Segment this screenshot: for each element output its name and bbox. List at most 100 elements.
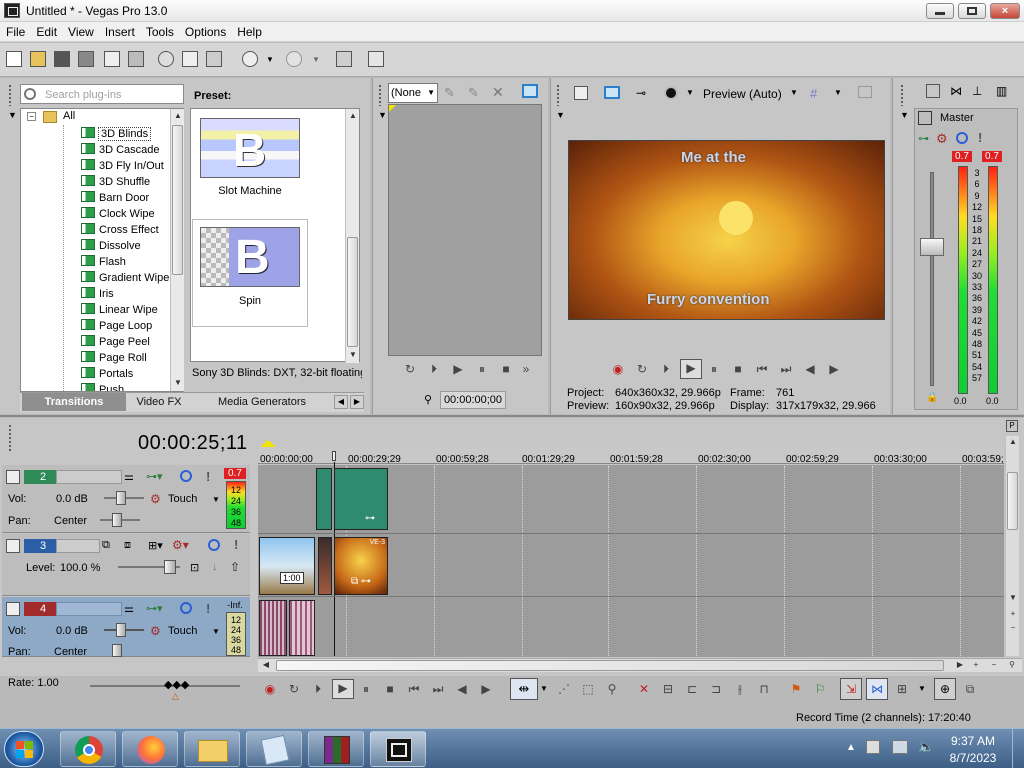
next-frame-icon[interactable]: ▶	[826, 361, 842, 377]
track-2-mute-icon[interactable]	[180, 470, 192, 482]
automation-gear-icon[interactable]: ⚙	[150, 492, 161, 506]
scroll-down-arrow[interactable]: ▼	[172, 377, 184, 389]
loop-region-marker[interactable]	[260, 440, 276, 447]
track-3-minimize[interactable]	[6, 539, 20, 553]
split-screen-icon[interactable]: ⊸	[636, 86, 646, 100]
plugin-item[interactable]: Iris	[81, 286, 114, 302]
scroll-right-arrow[interactable]: ▶	[954, 659, 966, 671]
menu-help[interactable]: Help	[231, 22, 267, 41]
go-to-end-icon[interactable]: ⏭	[430, 681, 446, 697]
go-to-start-icon[interactable]: ⏮	[754, 361, 770, 377]
plugin-item[interactable]: Push	[81, 382, 124, 391]
scroll-up-arrow[interactable]: ▲	[347, 110, 359, 122]
stop-icon[interactable]: ■	[498, 361, 514, 377]
volume-slider-thumb[interactable]	[116, 491, 126, 505]
record-icon[interactable]: ◉	[610, 361, 626, 377]
zoom-in-icon[interactable]: +	[1007, 608, 1019, 620]
track-2-automation-mode[interactable]: Touch	[168, 493, 197, 505]
new-project-icon[interactable]	[6, 51, 24, 69]
paste-icon[interactable]	[206, 51, 224, 69]
trimmer-close-icon[interactable]: ✕	[492, 84, 504, 101]
scroll-up-arrow[interactable]: ▲	[172, 110, 184, 122]
menu-insert[interactable]: Insert	[99, 22, 140, 41]
preset-slot-machine[interactable]: Slot Machine	[192, 185, 308, 197]
play-icon[interactable]: ▶	[332, 679, 354, 699]
plugin-tree[interactable]: − All 3D Blinds 3D Cascade 3D Fly In/Out 3D…	[20, 108, 184, 392]
scroll-down-arrow[interactable]: ▼	[347, 349, 359, 361]
marker-tool-icon[interactable]: P	[1006, 420, 1018, 432]
show-desktop-button[interactable]	[1012, 729, 1024, 768]
firefox-taskbar-button[interactable]	[122, 731, 178, 767]
tab-media-generators[interactable]: Media Generators	[196, 393, 328, 411]
plugin-item[interactable]: 3D Shuffle	[81, 174, 150, 190]
trim-end-icon[interactable]: ⊐	[708, 681, 724, 697]
properties-icon[interactable]	[104, 51, 122, 69]
zoom-out-icon[interactable]: −	[1007, 622, 1019, 634]
pause-icon[interactable]: ⏸	[474, 361, 490, 377]
composite-mode-icon[interactable]: ⊞▾	[148, 539, 163, 552]
audio-waveform-clip[interactable]	[289, 600, 315, 656]
preset-scrollbar[interactable]: ▲ ▼	[345, 109, 359, 363]
show-hidden-icons[interactable]: ▲	[846, 742, 856, 753]
maximize-button[interactable]	[958, 3, 986, 19]
panel-grip[interactable]	[8, 424, 12, 452]
audio-clip[interactable]	[316, 468, 332, 530]
more-controls-icon[interactable]: »	[518, 361, 534, 377]
record-icon[interactable]: ◉	[262, 681, 278, 697]
pause-icon[interactable]: ⏸	[706, 361, 722, 377]
tab-transitions[interactable]: Transitions	[22, 393, 126, 411]
track-3-solo-icon[interactable]: !	[234, 537, 238, 552]
chevron-down-icon[interactable]: ▼	[212, 627, 220, 636]
chevron-down-icon[interactable]: ▼	[834, 88, 842, 97]
track-2-minimize[interactable]	[6, 470, 20, 484]
scroll-thumb[interactable]	[1007, 472, 1018, 530]
stop-icon[interactable]: ■	[730, 361, 746, 377]
cut-icon[interactable]	[158, 51, 176, 69]
track-fx-gear-icon[interactable]: ⚙▾	[172, 538, 189, 552]
volume-slider-thumb[interactable]	[116, 623, 126, 637]
copy-snapshot-icon[interactable]	[858, 86, 872, 98]
timeline-vscroll[interactable]: ▲ ▼ + −	[1005, 436, 1019, 656]
pause-icon[interactable]: ⏸	[358, 681, 374, 697]
loop-icon[interactable]: ↻	[286, 681, 302, 697]
video-clip[interactable]: VE-3 ⧉ ⊶	[334, 537, 388, 595]
insert-fx-icon[interactable]: ⊶	[918, 132, 929, 145]
meter-options-icon[interactable]: ▥	[996, 84, 1007, 98]
plugin-item[interactable]: Portals	[81, 366, 133, 382]
chrome-taskbar-button[interactable]	[60, 731, 116, 767]
copy-icon[interactable]	[182, 51, 200, 69]
play-from-start-icon[interactable]: ⏵	[658, 361, 674, 377]
scroll-thumb[interactable]	[172, 125, 183, 275]
splitter[interactable]	[0, 415, 1024, 417]
expand-keyframe-icon[interactable]: ⊡	[190, 561, 199, 574]
menu-view[interactable]: View	[62, 22, 99, 41]
track-motion-icon[interactable]: ⧉	[102, 539, 110, 552]
collapse-arrow-icon[interactable]: ▼	[8, 110, 17, 120]
automation-gear-icon[interactable]: ⚙	[150, 624, 161, 638]
video-output-icon[interactable]	[522, 84, 538, 98]
play-from-start-icon[interactable]: ⏵	[310, 681, 326, 697]
loop-icon[interactable]: ↻	[634, 361, 650, 377]
delete-icon[interactable]: ✕	[636, 681, 652, 697]
panel-grip[interactable]	[8, 84, 12, 106]
whats-this-help-icon[interactable]	[368, 51, 386, 69]
preview-properties-icon[interactable]	[574, 86, 588, 100]
timeline-hscroll[interactable]: ◀ ▶ + − ⚲	[258, 658, 1022, 672]
slot-machine-thumbnail[interactable]: B	[200, 118, 300, 178]
master-fader-track[interactable]	[930, 172, 934, 386]
pan-crop-icon[interactable]: ⧉ ⊶	[351, 576, 371, 587]
video-clip[interactable]: 1:00	[259, 537, 315, 595]
clock-date[interactable]: 8/7/2023	[938, 751, 1008, 765]
play-icon[interactable]: ▶	[450, 361, 466, 377]
go-to-start-icon[interactable]: ⏮	[406, 681, 422, 697]
level-slider-thumb[interactable]	[164, 560, 176, 574]
scroll-thumb[interactable]	[347, 237, 358, 347]
action-center-icon[interactable]	[866, 740, 880, 754]
auto-crossfade-icon[interactable]: ⋈	[866, 678, 888, 700]
lock-icon[interactable]: ⊓	[756, 681, 772, 697]
tree-scrollbar[interactable]: ▲ ▼	[170, 109, 184, 391]
previous-frame-icon[interactable]: ◀	[454, 681, 470, 697]
track-2-name-field[interactable]	[56, 470, 122, 484]
tabs-scroll-left[interactable]: ◀	[334, 395, 348, 409]
track-2-solo-icon[interactable]: !	[206, 469, 210, 484]
